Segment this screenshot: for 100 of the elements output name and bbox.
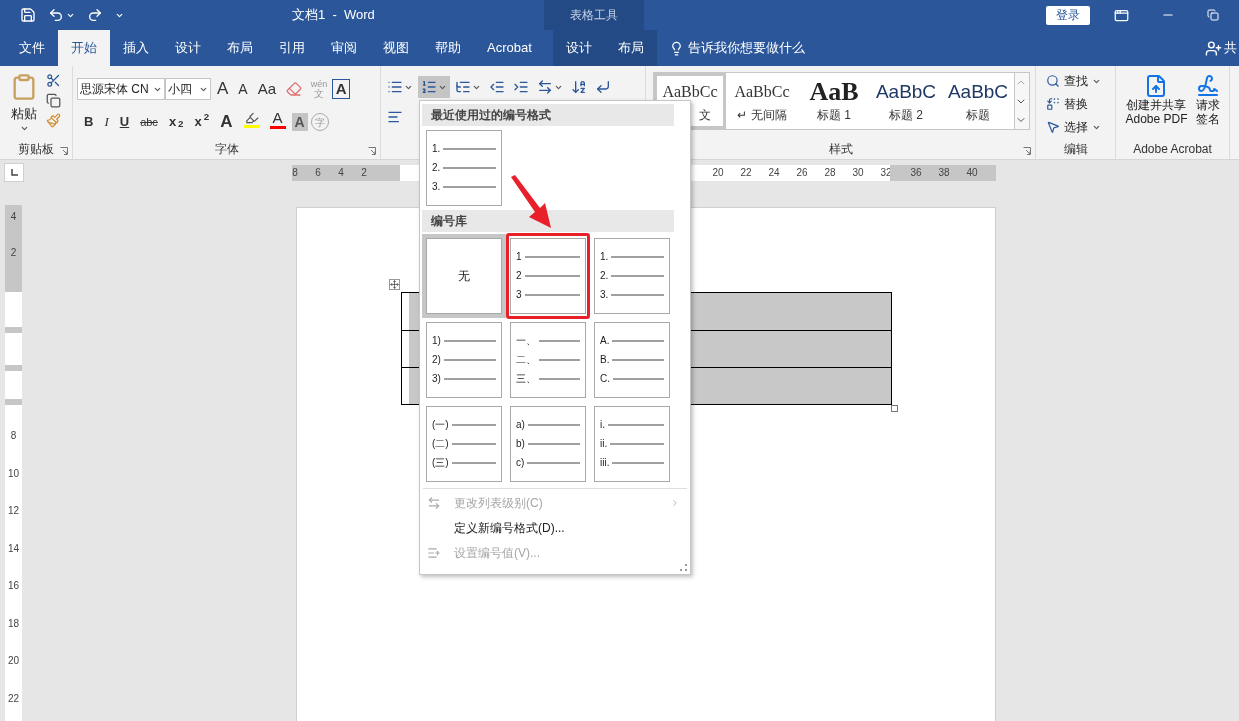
sign-in-button[interactable]: 登录 [1046, 5, 1090, 25]
ribbon-display-icon[interactable] [1114, 7, 1129, 23]
grow-font-button[interactable]: A [213, 78, 233, 100]
dialog-launcher-icon[interactable] [1023, 147, 1031, 155]
ribbon-tab[interactable]: 设计 [552, 30, 605, 66]
copy-icon[interactable] [46, 93, 61, 108]
style-option[interactable]: AaBbCc ↵ 无间隔 [726, 73, 798, 129]
window-title: 文档1 - Word [292, 6, 375, 25]
editing-button[interactable]: 替换 [1046, 94, 1115, 114]
share-icon[interactable] [1205, 39, 1222, 57]
number-label: (一) [432, 419, 449, 431]
editing-button[interactable]: 查找 [1046, 71, 1115, 91]
ribbon-tab[interactable]: 帮助 [422, 30, 474, 66]
table-resize-handle[interactable] [891, 405, 898, 412]
numbering-option[interactable]: 无 [426, 238, 502, 314]
ruler-marker[interactable] [5, 327, 22, 333]
numbering-option[interactable]: 1. 2. 3. [426, 130, 502, 206]
change-case-button[interactable]: Aa [253, 78, 281, 100]
ribbon-tab[interactable]: 插入 [110, 30, 162, 66]
ruler-number: 2 [10, 246, 17, 260]
font-color-button[interactable]: A [266, 110, 289, 134]
character-border-button[interactable]: A [332, 79, 351, 99]
section-header: 编号库 [422, 210, 674, 232]
number-label: A. [600, 335, 610, 347]
increase-indent-icon [513, 79, 529, 95]
numbering-option[interactable]: 1 2 3 [510, 238, 586, 314]
restore-icon[interactable] [1207, 9, 1219, 21]
dialog-launcher-icon[interactable] [60, 147, 68, 155]
font-size-combobox[interactable]: 小四 [165, 78, 211, 100]
numbering-option[interactable]: 1) 2) 3) [426, 322, 502, 398]
ruler-number: 18 [7, 617, 20, 631]
ribbon-tab[interactable]: 审阅 [318, 30, 370, 66]
tell-me-field[interactable]: 告诉我你想要做什么 [687, 38, 805, 58]
return-arrow-icon [595, 79, 611, 95]
character-shading-button[interactable]: A [291, 113, 308, 131]
group-label: 字体 [214, 141, 239, 159]
undo-icon[interactable] [48, 7, 64, 23]
number-label: i. [600, 419, 605, 431]
numbered-list-button[interactable] [418, 76, 450, 98]
numbering-option[interactable]: i. ii. iii. [594, 406, 670, 482]
resize-grip-icon[interactable] [680, 564, 687, 571]
ruler-number: 38 [937, 166, 951, 180]
ruler-number: 24 [767, 166, 781, 180]
ribbon-tab[interactable]: 布局 [604, 30, 657, 66]
ruler-number: 16 [7, 580, 20, 593]
ribbon-tab[interactable]: 文件 [6, 30, 58, 66]
script-button[interactable]: x$_{2}$ [164, 111, 188, 133]
ruler-number: 12 [7, 505, 20, 518]
number-label: 1. [432, 143, 441, 155]
ribbon-tab[interactable]: 开始 [58, 30, 110, 66]
ruler-number: 40 [965, 166, 979, 180]
ruler-number: 8 [291, 166, 299, 180]
numbering-option[interactable]: a) b) c) [510, 406, 586, 482]
numbering-option[interactable]: 一、 二、 三、 [510, 322, 586, 398]
numbering-option[interactable]: 1. 2. 3. [594, 238, 670, 314]
bold-button[interactable]: B [80, 111, 98, 133]
text-effects-button[interactable]: A [216, 111, 237, 133]
ruler-marker[interactable] [5, 365, 22, 371]
ruler-number: 2 [360, 166, 368, 180]
paste-button[interactable]: 粘贴 [8, 72, 40, 140]
pointer-icon [1046, 120, 1060, 134]
ruler-number: 10 [7, 467, 20, 481]
number-label: C. [600, 373, 610, 385]
ruler-marker[interactable] [5, 399, 22, 405]
number-label: 2. [600, 270, 609, 282]
script-button[interactable]: x$^{2}$ [190, 111, 214, 133]
shrink-font-button[interactable]: A [234, 78, 252, 100]
cut-icon[interactable] [46, 73, 61, 88]
table-move-handle-icon[interactable] [389, 279, 400, 290]
underline-button[interactable]: U [115, 111, 134, 133]
italic-button[interactable]: I [100, 111, 113, 133]
number-label: 1 [516, 251, 522, 263]
style-option[interactable]: AaBbC 标题 2 [870, 73, 942, 129]
menu-item[interactable]: 定义新编号格式(D)... [422, 515, 688, 540]
font-name-combobox[interactable]: 思源宋体 CN [77, 78, 165, 100]
redo-icon[interactable] [87, 7, 103, 23]
numbering-option[interactable]: A. B. C. [594, 322, 670, 398]
strikethrough-button[interactable]: abc [136, 111, 162, 133]
numbering-option[interactable]: (一) (二) (三) [426, 406, 502, 482]
ribbon-tab[interactable]: 引用 [266, 30, 318, 66]
section-header: 最近使用过的编号格式 [422, 104, 674, 126]
editing-button[interactable]: 选择 [1046, 117, 1115, 137]
ribbon-tab[interactable]: 视图 [370, 30, 422, 66]
ruler-number: 6 [314, 166, 322, 180]
annotation-arrow [509, 175, 553, 229]
ruler-number: 22 [739, 166, 753, 180]
eraser-icon [286, 81, 303, 97]
acrobat-button[interactable]: 创建并共享 Adobe PDF [1125, 74, 1188, 140]
style-option[interactable]: AaB 标题 1 [798, 73, 870, 129]
acrobat-button[interactable]: 请求 签名 [1195, 74, 1220, 140]
number-label: 2. [432, 162, 441, 174]
share-label[interactable]: 共 [1224, 38, 1237, 58]
ribbon-tab[interactable]: Acrobat [474, 30, 545, 66]
tab-selector[interactable] [4, 163, 24, 182]
style-option[interactable]: AaBbC 标题 [942, 73, 1014, 129]
list-level-icon [427, 495, 441, 510]
dialog-launcher-icon[interactable] [368, 147, 376, 155]
ribbon-tab[interactable]: 设计 [162, 30, 214, 66]
ribbon-tab[interactable]: 布局 [214, 30, 266, 66]
save-icon[interactable] [20, 7, 36, 23]
